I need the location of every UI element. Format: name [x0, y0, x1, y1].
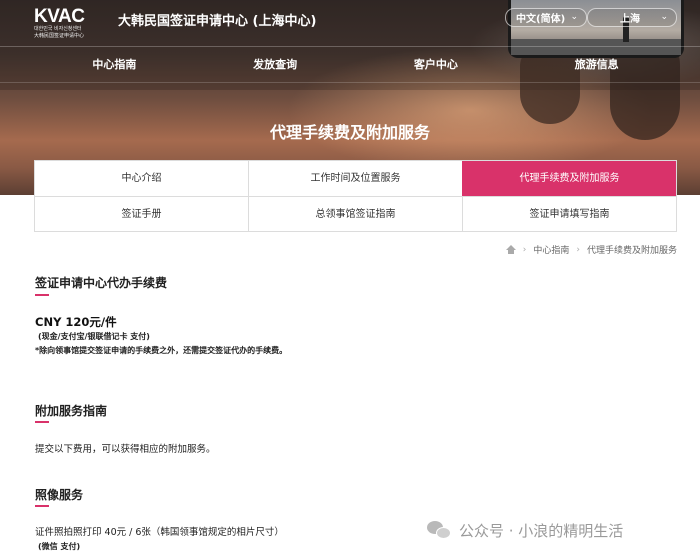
tab-center-intro[interactable]: 中心介绍 [35, 161, 248, 196]
nav-item-center-guide[interactable]: 中心指南 [34, 48, 195, 82]
tab-visa-manual[interactable]: 签证手册 [35, 197, 248, 231]
section-accent-bar [35, 421, 49, 423]
tab-application-guide[interactable]: 签证申请填写指南 [462, 197, 676, 231]
tab-consulate-guide[interactable]: 总领事馆签证指南 [248, 197, 462, 231]
nav-item-customer-center[interactable]: 客户中心 [356, 48, 517, 82]
addon-description: 提交以下费用，可以获得相应的附加服务。 [35, 444, 216, 455]
kvac-logo[interactable]: KVAC 대한민국 비자신청센터 大韩民国签证申请中心 [34, 6, 94, 39]
tab-hours-location[interactable]: 工作时间及位置服务 [248, 161, 462, 196]
city-select-value: 上海 [620, 14, 640, 25]
logo-wordmark: KVAC [34, 6, 85, 27]
breadcrumb: › 中心指南 › 代理手续费及附加服务 [505, 243, 677, 256]
section-title-photo: 照像服务 [35, 488, 84, 502]
header-divider [0, 46, 700, 47]
site-title: 大韩民国签证申请中心 (上海中心) [118, 14, 317, 29]
nav-divider [0, 82, 700, 83]
chevron-down-icon: ⌄ [570, 12, 578, 22]
main-nav: 中心指南 发放查询 客户中心 旅游信息 [34, 48, 677, 82]
photo-payment-method: (微信 支付) [38, 542, 81, 551]
section-accent-bar [35, 294, 49, 296]
language-select-value: 中文(简体) [516, 14, 566, 25]
wechat-icon [427, 519, 453, 541]
watermark-text: 公众号 · 小浪的精明生活 [459, 521, 624, 540]
section-title-addon: 附加服务指南 [35, 404, 108, 418]
logo-subtitle-korean: 대한민국 비자신청센터 [34, 26, 82, 32]
photo-service-description: 证件照拍照打印 40元 / 6张（韩国领事馆规定的相片尺寸） [35, 527, 284, 538]
chevron-down-icon: ⌄ [660, 12, 668, 22]
logo-subtitle-chinese: 大韩民国签证申请中心 [34, 33, 85, 39]
sub-nav-tabs: 中心介绍 工作时间及位置服务 代理手续费及附加服务 签证手册 总领事馆签证指南 … [34, 160, 677, 232]
fee-price: CNY 120元/件 [35, 315, 117, 329]
tab-row: 签证手册 总领事馆签证指南 签证申请填写指南 [35, 196, 676, 231]
fee-note: *除向领事馆提交签证申请的手续费之外，还需提交签证代办的手续费。 [35, 346, 288, 355]
breadcrumb-item[interactable]: 中心指南 [533, 243, 569, 256]
city-select[interactable]: 上海 ⌄ [587, 8, 677, 27]
chevron-right-icon: › [522, 244, 527, 255]
tab-row: 中心介绍 工作时间及位置服务 代理手续费及附加服务 [35, 161, 676, 196]
tab-fees-services[interactable]: 代理手续费及附加服务 [462, 161, 676, 196]
breadcrumb-current: 代理手续费及附加服务 [586, 246, 677, 256]
nav-item-travel-info[interactable]: 旅游信息 [516, 48, 677, 82]
wechat-watermark: 公众号 · 小浪的精明生活 [427, 519, 623, 541]
nav-item-issuance-query[interactable]: 发放查询 [195, 48, 356, 82]
section-title-fees: 签证申请中心代办手续费 [35, 276, 168, 290]
page-title: 代理手续费及附加服务 [269, 123, 430, 142]
language-select[interactable]: 中文(简体) ⌄ [505, 8, 587, 27]
section-accent-bar [35, 505, 49, 507]
chevron-right-icon: › [576, 244, 580, 255]
home-icon[interactable] [505, 244, 516, 255]
fee-payment-methods: (现金/支付宝/银联借记卡 支付) [38, 332, 150, 341]
